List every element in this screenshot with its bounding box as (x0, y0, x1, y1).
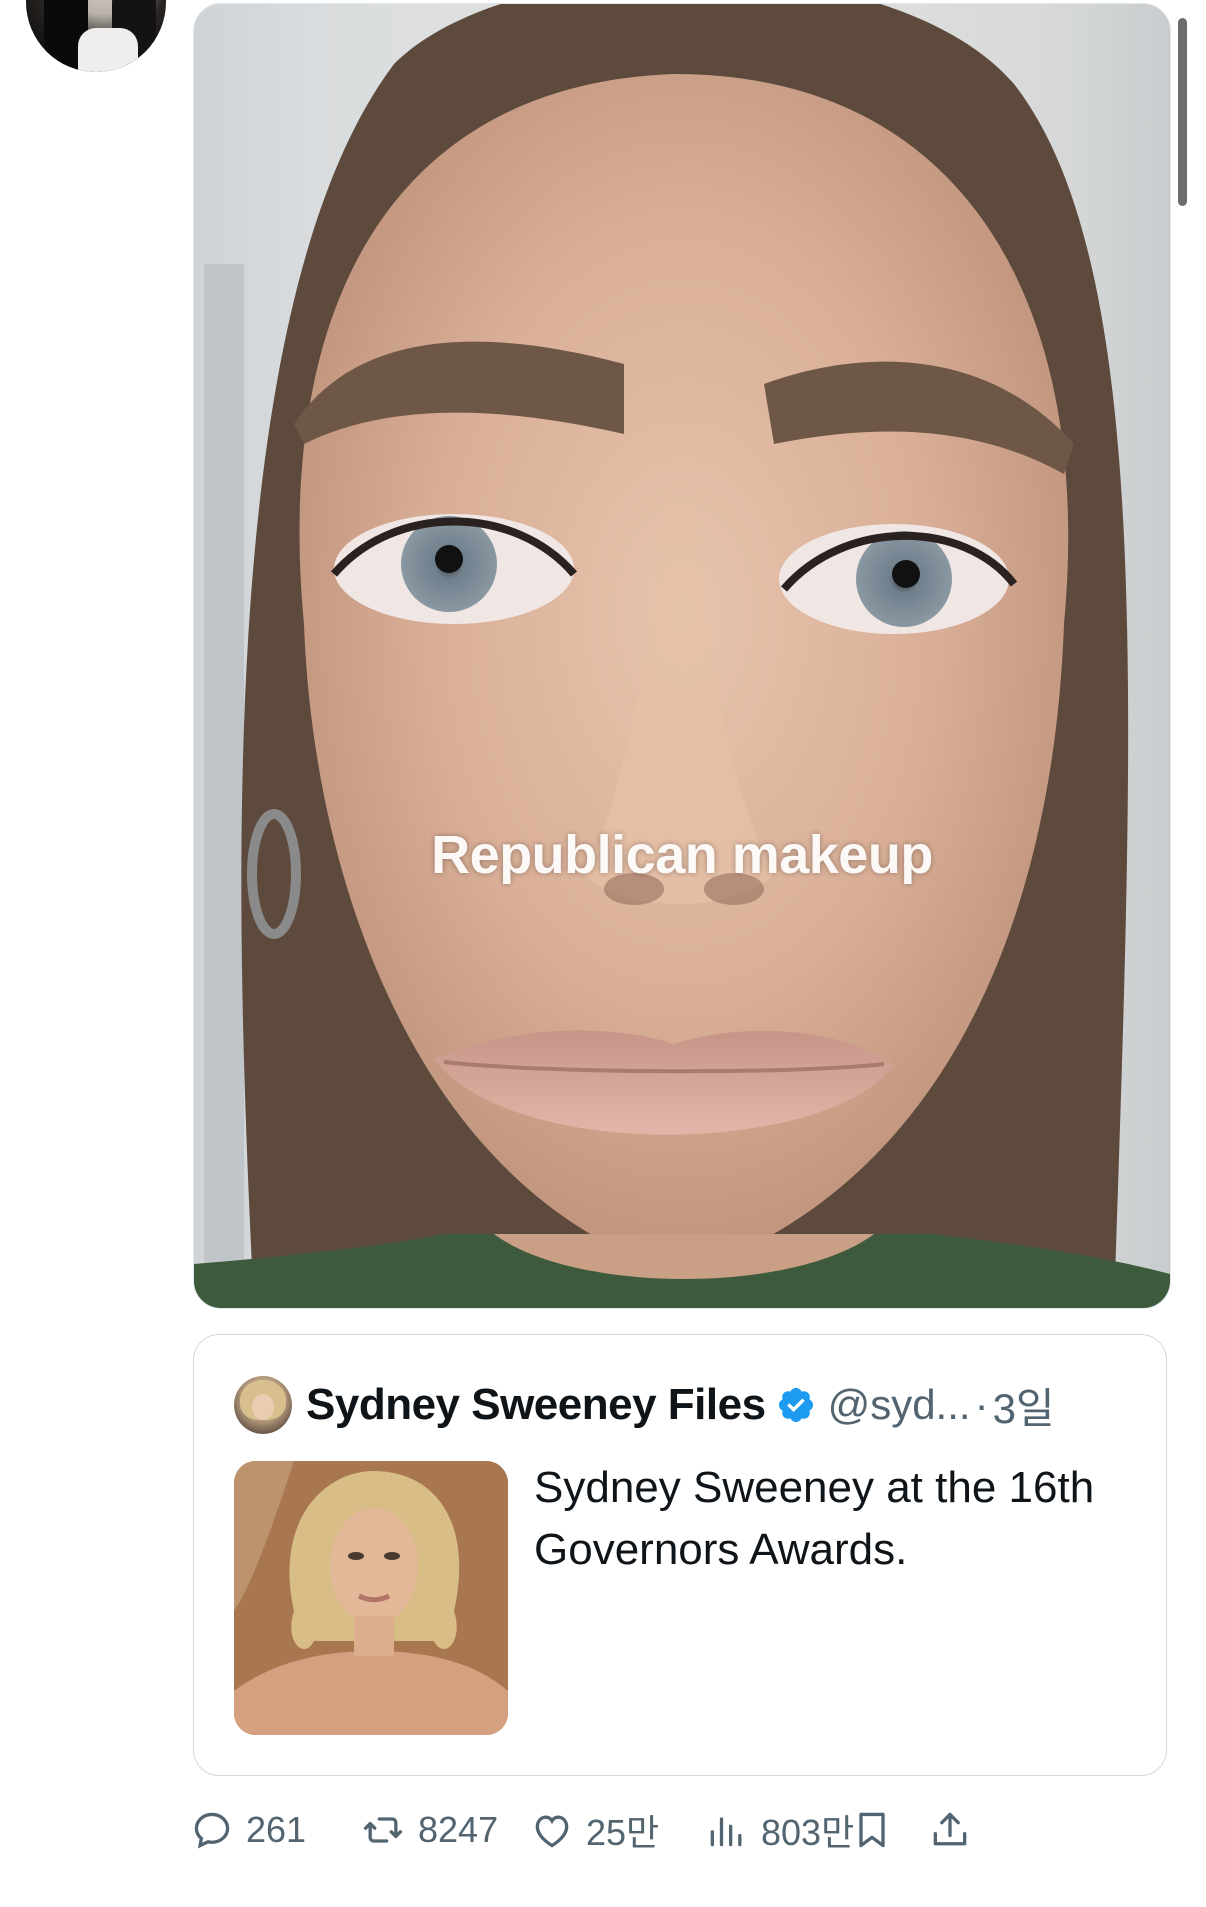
repost-icon (363, 1817, 403, 1843)
bookmark-button[interactable] (850, 1800, 894, 1860)
quoted-author-avatar[interactable] (234, 1376, 292, 1434)
quoted-tweet-card[interactable]: Sydney Sweeney Files @syd... · 3일 Sydney… (193, 1334, 1167, 1776)
reply-icon (194, 1812, 230, 1849)
author-avatar[interactable] (26, 0, 166, 72)
quoted-tweet-header: Sydney Sweeney Files @syd... · 3일 (234, 1375, 1055, 1435)
views-icon (710, 1817, 742, 1847)
quoted-tweet-text: Sydney Sweeney at the 16th Governors Awa… (534, 1463, 1095, 1574)
tweet-action-bar: 261 8247 25만 803만 (190, 1800, 1180, 1860)
views-button[interactable]: 803만 (705, 1800, 854, 1860)
quoted-author-name[interactable]: Sydney Sweeney Files (306, 1380, 766, 1430)
face-photo (194, 4, 1170, 1308)
separator-dot: · (974, 1381, 989, 1428)
avatar-shirt (78, 28, 138, 72)
like-button[interactable]: 25만 (530, 1800, 659, 1860)
like-count: 25만 (586, 1812, 660, 1853)
reply-count: 261 (246, 1809, 307, 1850)
quoted-tweet-thumbnail[interactable] (234, 1461, 508, 1735)
share-icon (933, 1812, 967, 1846)
portrait-photo (234, 1461, 508, 1735)
quoted-author-handle[interactable]: @syd... (828, 1381, 971, 1429)
repost-button[interactable]: 8247 (360, 1800, 498, 1860)
repost-count: 8247 (418, 1809, 499, 1850)
bookmark-icon (859, 1812, 885, 1848)
media-overlay-caption: Republican makeup (431, 825, 933, 885)
reply-button[interactable]: 261 (190, 1800, 306, 1860)
scrollbar[interactable] (1178, 18, 1187, 206)
tweet-view: Republican makeup Sydney Sweeney Files @… (0, 0, 1206, 1907)
avatar-face (252, 1394, 274, 1420)
post-media-image[interactable]: Republican makeup (193, 3, 1171, 1309)
views-count: 803만 (761, 1812, 855, 1853)
share-button[interactable] (928, 1800, 972, 1860)
heart-icon (535, 1815, 569, 1848)
quoted-tweet-time[interactable]: 3일 (993, 1375, 1055, 1436)
verified-badge-icon (778, 1387, 813, 1423)
